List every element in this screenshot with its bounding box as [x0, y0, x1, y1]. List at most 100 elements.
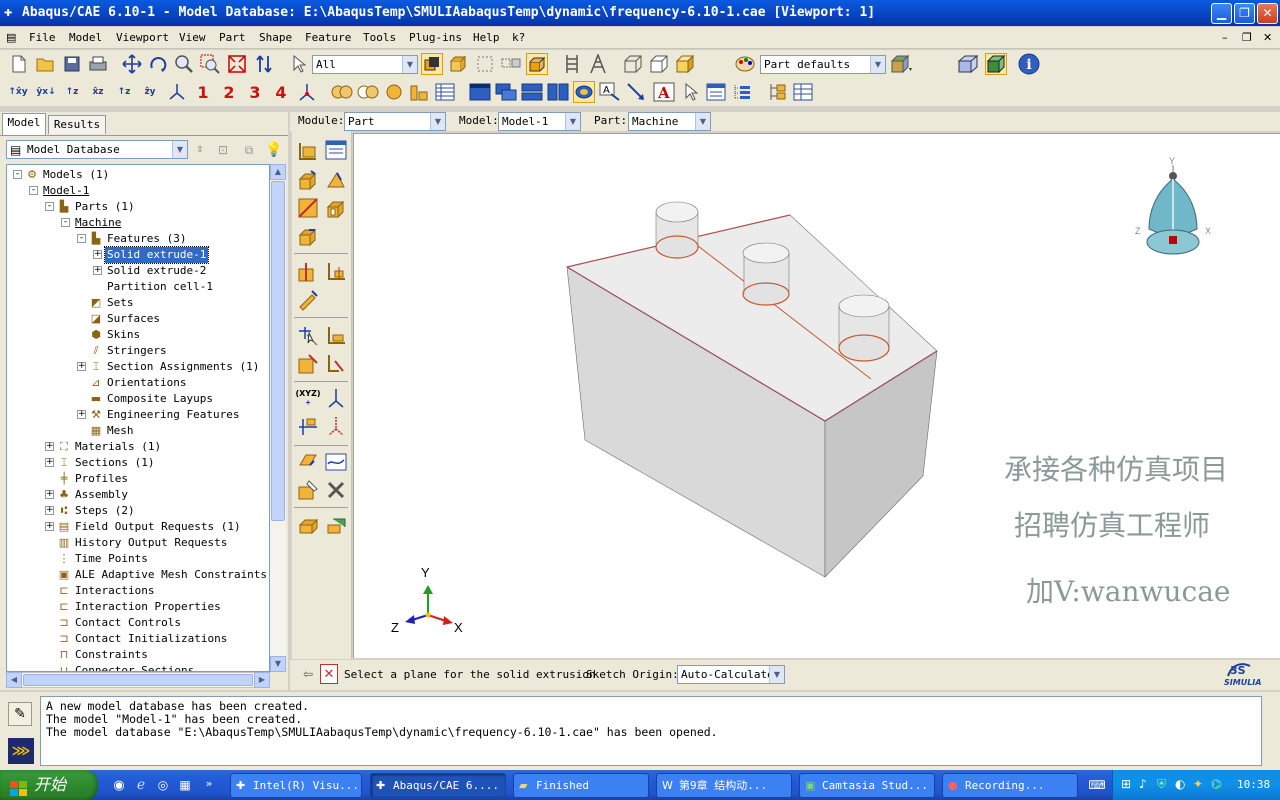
- part-select[interactable]: Machine ▼: [628, 112, 711, 131]
- tree-filter-icon[interactable]: ⊡: [212, 139, 234, 161]
- auto-fit-icon[interactable]: [226, 53, 248, 75]
- tree-horizontal-scrollbar[interactable]: ◀ ▶: [6, 672, 270, 688]
- mesh-lines-icon[interactable]: [561, 53, 583, 75]
- create-set-icon[interactable]: [295, 449, 321, 475]
- security-shield-icon[interactable]: ⛨: [1157, 777, 1166, 792]
- scroll-down-button[interactable]: ▼: [270, 656, 286, 672]
- expand-toggle-icon[interactable]: +: [45, 522, 54, 531]
- quicklaunch-desktop-icon[interactable]: ▦: [174, 774, 196, 796]
- manager-list-icon[interactable]: [705, 81, 727, 103]
- datum-1-icon[interactable]: 1: [192, 81, 214, 103]
- volume-icon[interactable]: ♪: [1139, 777, 1147, 791]
- context-help-icon[interactable]: k?: [512, 30, 525, 46]
- tab-model[interactable]: Model: [2, 113, 46, 135]
- query-shapes-icon[interactable]: [331, 81, 353, 103]
- datum-principal-icon[interactable]: [323, 413, 349, 439]
- expand-toggle-icon[interactable]: +: [45, 442, 54, 451]
- viewport-tile-horizontal-icon[interactable]: [521, 81, 543, 103]
- keyboard-layout-icon[interactable]: ⌨: [1086, 774, 1108, 796]
- scroll-thumb[interactable]: [271, 181, 285, 521]
- create-shell-icon[interactable]: [323, 167, 349, 193]
- pointer-icon[interactable]: [680, 81, 702, 103]
- scroll-left-button[interactable]: ◀: [6, 672, 22, 688]
- model-select[interactable]: Model-1 ▼: [498, 112, 581, 131]
- text-annotation-icon[interactable]: A: [653, 81, 675, 103]
- task-abaqus[interactable]: ✚ Abaqus/CAE 6....: [370, 773, 506, 798]
- render-style-icon[interactable]: [587, 53, 609, 75]
- sort-updown-icon[interactable]: ⇳: [192, 139, 208, 161]
- tree-vertical-scrollbar[interactable]: ▲ ▼: [270, 164, 286, 672]
- view-right-icon[interactable]: ẑy: [139, 81, 161, 103]
- list-table-icon[interactable]: [434, 81, 456, 103]
- datum-axis-tool-icon[interactable]: [323, 385, 349, 411]
- tab-results[interactable]: Results: [48, 115, 106, 134]
- datum-axis-icon[interactable]: [323, 323, 349, 349]
- arrow-annotation-icon[interactable]: [625, 81, 647, 103]
- menu-viewport[interactable]: Viewport: [116, 30, 169, 46]
- tree-copy-icon[interactable]: ⧉: [238, 139, 260, 161]
- tree-list-icon[interactable]: [731, 81, 753, 103]
- quicklaunch-ie-icon[interactable]: ℯ: [130, 774, 152, 796]
- select-arrow-icon[interactable]: [288, 53, 310, 75]
- system-menu-icon[interactable]: ▤: [6, 30, 16, 46]
- pan-icon[interactable]: [121, 53, 143, 75]
- box-zoom-icon[interactable]: [199, 53, 221, 75]
- part-manager-icon[interactable]: [323, 137, 349, 163]
- task-camtasia-studio[interactable]: ▣ Camtasia Stud...: [799, 773, 935, 798]
- sphere-icon[interactable]: [383, 81, 405, 103]
- color-code-icon[interactable]: [890, 53, 912, 75]
- text-size-icon[interactable]: A: [599, 81, 621, 103]
- create-part-icon[interactable]: [295, 137, 321, 163]
- create-cut-icon[interactable]: [323, 195, 349, 221]
- expand-toggle-icon[interactable]: +: [93, 250, 102, 259]
- close-button[interactable]: ✕: [1257, 3, 1278, 24]
- create-wire-icon[interactable]: [295, 195, 321, 221]
- hscroll-thumb[interactable]: [23, 674, 253, 686]
- datum-point-xyz-icon[interactable]: (XYZ) +: [295, 385, 321, 411]
- expand-toggle-icon[interactable]: +: [77, 410, 86, 419]
- datum-3-icon[interactable]: 3: [244, 81, 266, 103]
- quicklaunch-browser-icon[interactable]: ◉: [108, 774, 130, 796]
- view-top-icon[interactable]: ↑z: [61, 81, 83, 103]
- view-back-icon[interactable]: ŷx↓: [35, 81, 57, 103]
- expand-toggle-icon[interactable]: +: [45, 506, 54, 515]
- datum-point-icon[interactable]: [295, 323, 321, 349]
- view-front-icon[interactable]: ↑x̂y: [7, 81, 29, 103]
- expand-toggle-icon[interactable]: +: [77, 362, 86, 371]
- task-intel-visual[interactable]: ✚ Intel(R) Visu...: [230, 773, 362, 798]
- render-shaded-icon[interactable]: [985, 53, 1007, 75]
- csys-icon[interactable]: [296, 81, 318, 103]
- menu-model[interactable]: Model: [69, 30, 102, 46]
- mdi-minimize-button[interactable]: –: [1222, 30, 1228, 46]
- quicklaunch-more-icon[interactable]: »: [202, 772, 216, 794]
- task-recording[interactable]: ● Recording...: [942, 773, 1078, 798]
- scroll-up-button[interactable]: ▲: [270, 164, 286, 180]
- mdi-close-button[interactable]: ✕: [1263, 30, 1272, 46]
- create-round-icon[interactable]: [295, 223, 321, 249]
- prompt-back-icon[interactable]: ⇦: [298, 664, 318, 684]
- partition-edge-icon[interactable]: [323, 259, 349, 285]
- viewport-annotation-icon[interactable]: [573, 81, 595, 103]
- tray-update-icon[interactable]: ✦: [1193, 777, 1203, 791]
- menu-help[interactable]: Help: [473, 30, 500, 46]
- view-left-icon[interactable]: ↑z: [113, 81, 135, 103]
- property-table-icon[interactable]: [792, 81, 814, 103]
- expand-toggle-icon[interactable]: +: [45, 458, 54, 467]
- tree-highlight-icon[interactable]: 💡: [263, 139, 285, 161]
- tray-app-icon[interactable]: ◐: [1175, 777, 1185, 791]
- zoom-icon[interactable]: [173, 53, 195, 75]
- create-orientation-icon[interactable]: [295, 511, 321, 537]
- menu-shape[interactable]: Shape: [259, 30, 292, 46]
- repair-tools-icon[interactable]: [323, 477, 349, 503]
- collapse-toggle-icon[interactable]: -: [61, 218, 70, 227]
- command-line-icon[interactable]: ⋙: [8, 738, 34, 764]
- network-icon[interactable]: ⊞: [1121, 777, 1131, 791]
- tray-wifi-icon[interactable]: ⌬: [1211, 777, 1221, 791]
- message-area-icon[interactable]: ✎: [8, 702, 32, 726]
- viewport-cascade-icon[interactable]: [495, 81, 517, 103]
- save-icon[interactable]: [61, 53, 83, 75]
- new-file-icon[interactable]: [8, 53, 30, 75]
- selection-box-icon[interactable]: [474, 53, 496, 75]
- collapse-toggle-icon[interactable]: -: [45, 202, 54, 211]
- menu-part[interactable]: Part: [219, 30, 246, 46]
